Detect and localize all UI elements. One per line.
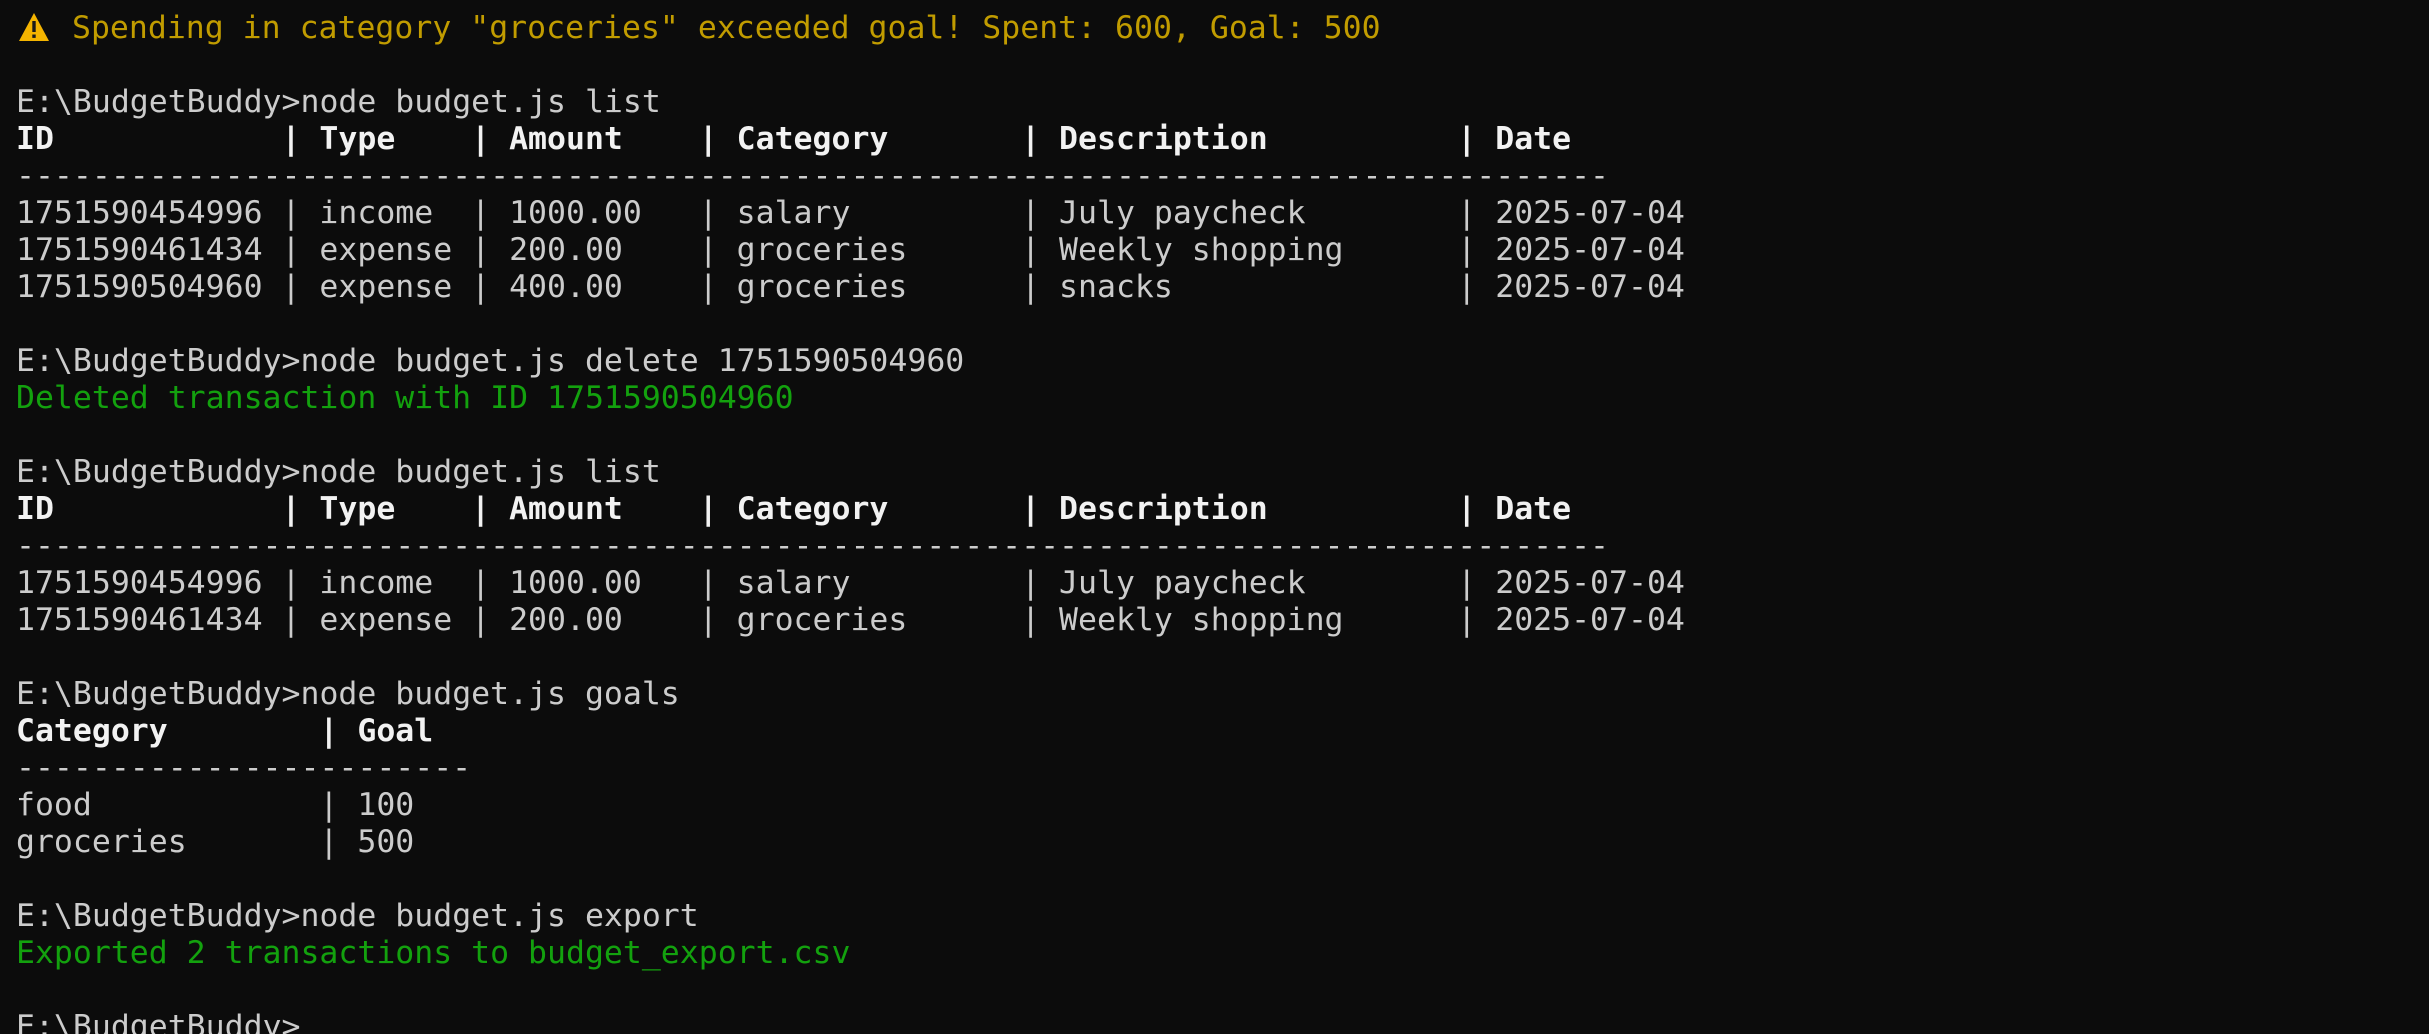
table-header: ID | Type | Amount | Category | Descript… [16,121,1572,157]
warning-icon [19,13,49,41]
prompt: E:\BudgetBuddy> [16,84,301,120]
input-line[interactable]: E:\BudgetBuddy> [16,1009,2429,1034]
command-line: E:\BudgetBuddy>node budget.js goals [16,676,2429,713]
command-text: node budget.js list [300,84,661,120]
prompt: E:\BudgetBuddy> [16,343,301,379]
goals-row: food | 100 [16,787,415,823]
table-row: 1751590461434 | expense | 200.00 | groce… [16,602,1685,638]
prompt: E:\BudgetBuddy> [16,454,301,490]
command-text: node budget.js goals [300,676,680,712]
export-message: Exported 2 transactions to budget_export… [16,935,851,971]
table-row: 1751590461434 | expense | 200.00 | groce… [16,232,1685,268]
command-text: node budget.js export [300,898,699,934]
goals-separator: ------------------------ [16,750,472,786]
table-separator: ----------------------------------------… [16,528,1610,564]
table-separator: ----------------------------------------… [16,158,1610,194]
command-line: E:\BudgetBuddy>node budget.js delete 175… [16,343,2429,380]
warning-text: Spending in category "groceries" exceede… [72,10,1381,46]
command-line: E:\BudgetBuddy>node budget.js export [16,898,2429,935]
table-row: 1751590504960 | expense | 400.00 | groce… [16,269,1685,305]
final-prompt: E:\BudgetBuddy> [16,1009,301,1034]
command-text: node budget.js list [300,454,661,490]
delete-message: Deleted transaction with ID 175159050496… [16,380,794,416]
prompt: E:\BudgetBuddy> [16,676,301,712]
warning-line: Spending in category "groceries" exceede… [16,10,2429,47]
goals-header: Category | Goal [16,713,434,749]
command-line: E:\BudgetBuddy>node budget.js list [16,84,2429,121]
table-row: 1751590454996 | income | 1000.00 | salar… [16,565,1685,601]
prompt: E:\BudgetBuddy> [16,898,301,934]
command-text: node budget.js delete 1751590504960 [300,343,965,379]
table-header: ID | Type | Amount | Category | Descript… [16,491,1572,527]
table-row: 1751590454996 | income | 1000.00 | salar… [16,195,1685,231]
goals-row: groceries | 500 [16,824,415,860]
command-line: E:\BudgetBuddy>node budget.js list [16,454,2429,491]
terminal-window[interactable]: Spending in category "groceries" exceede… [0,0,2429,1034]
